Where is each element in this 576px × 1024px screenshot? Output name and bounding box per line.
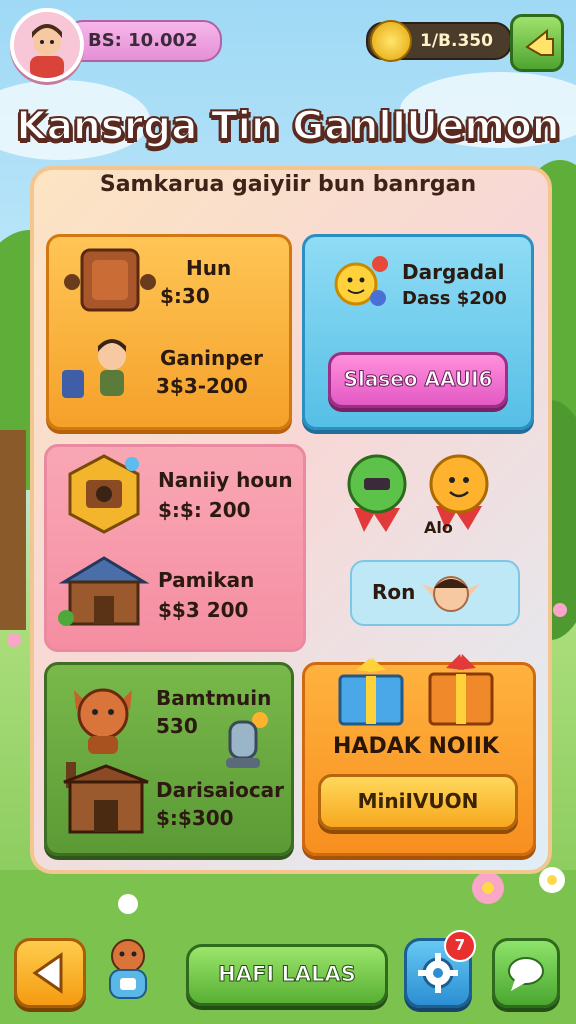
item-name: Dargadal <box>402 260 505 284</box>
buy-button-label: Slaseo AAUI6 <box>343 367 493 392</box>
item-name: Bamtmuin <box>156 686 272 710</box>
ron-label: Ron <box>372 580 416 604</box>
item-name: Ganinper <box>160 346 263 370</box>
coin-balance-label: 1/B.350 <box>420 31 493 51</box>
panel-subtitle: Samkarua gaiyiir bun banrgan <box>99 172 477 197</box>
item-name: Pamikan <box>158 568 255 592</box>
camera-badge-icon <box>68 454 140 534</box>
share-button[interactable] <box>510 14 564 72</box>
item-price: 530 <box>156 714 198 738</box>
item-price: $:$300 <box>156 806 234 830</box>
item-price: 3$3-200 <box>156 374 248 398</box>
notification-count: 7 <box>454 936 466 954</box>
elf-face-icon <box>422 576 480 612</box>
coin-icon <box>370 20 412 62</box>
home-button-label: HAFI LALAS <box>218 962 357 987</box>
green-monster-icon <box>347 454 407 532</box>
chest-icon <box>64 248 156 312</box>
balance-label: BS: 10.002 <box>88 30 198 51</box>
balance-display: BS: 10.002 <box>64 20 222 62</box>
back-button[interactable] <box>14 938 86 1008</box>
chat-bubble-icon <box>508 957 544 991</box>
gift-label: HADAK NOIIK <box>333 734 499 759</box>
mascot-icon[interactable] <box>102 936 154 1008</box>
potion-icon <box>226 712 268 768</box>
buy-button[interactable]: Slaseo AAUI6 <box>328 352 508 408</box>
item-price: Dass $200 <box>402 288 507 309</box>
shop-building-icon <box>63 762 149 834</box>
fox-character-icon <box>74 688 132 754</box>
game-title: Kansrga Tin GanlIUemon <box>15 103 560 150</box>
item-price: $$3 200 <box>158 598 249 622</box>
item-name: Hun <box>186 256 232 280</box>
gift-box-icon <box>428 654 494 726</box>
chat-button[interactable] <box>492 938 560 1008</box>
item-name: Darisaiocar <box>156 778 285 802</box>
item-price: $:$: 200 <box>158 498 251 522</box>
avatar-face-icon <box>14 12 80 78</box>
claim-button-label: MiniIVUON <box>357 789 479 813</box>
item-price: $:30 <box>160 284 210 308</box>
character-label: Alo <box>424 518 453 537</box>
boy-character-icon <box>62 339 126 398</box>
sun-character-icon <box>334 256 388 306</box>
claim-button[interactable]: MiniIVUON <box>318 774 518 830</box>
home-button[interactable]: HAFI LALAS <box>186 944 388 1006</box>
player-avatar[interactable] <box>10 8 84 82</box>
item-name: Naniiy houn <box>158 468 293 492</box>
notification-badge: 7 <box>444 930 476 962</box>
share-icon <box>525 28 554 56</box>
gift-box-icon <box>338 658 404 726</box>
back-arrow-icon <box>32 952 63 994</box>
house-icon <box>58 556 150 626</box>
